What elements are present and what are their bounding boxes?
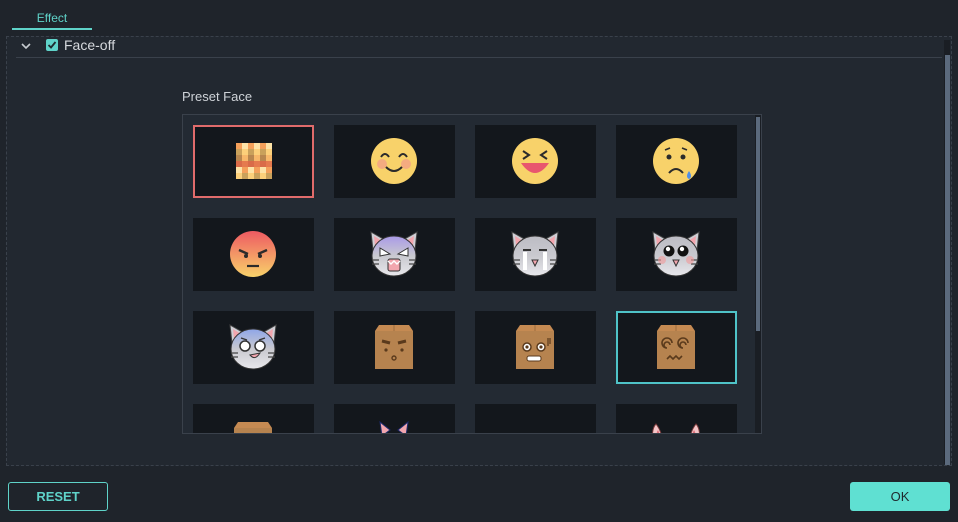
preset-face-box-frowning[interactable]	[334, 311, 455, 384]
effect-panel: Face-off Preset Face	[6, 36, 952, 466]
panel-scrollbar-thumb[interactable]	[945, 55, 950, 465]
face-off-checkbox[interactable]	[46, 39, 58, 51]
preset-face-angry-emoji[interactable]	[193, 218, 314, 291]
box-partial-icon	[234, 422, 272, 433]
preset-face-crying-cat[interactable]	[475, 218, 596, 291]
orange-animal-partial-icon	[475, 404, 596, 434]
box-frowning-icon	[375, 325, 413, 369]
face-off-section-header[interactable]: Face-off	[7, 37, 937, 57]
preset-face-goofy-cat[interactable]	[193, 311, 314, 384]
preset-face-sad-tear-emoji[interactable]	[616, 125, 737, 198]
angry-cat-icon	[370, 231, 418, 277]
reset-button[interactable]: RESET	[8, 482, 108, 511]
laughing-emoji-icon	[512, 138, 558, 184]
preset-face-blue-cat-partial[interactable]	[334, 404, 455, 433]
preset-face-grid	[182, 114, 762, 434]
tab-effect[interactable]: Effect	[12, 0, 92, 30]
angry-emoji-icon	[230, 231, 276, 277]
preset-face-mosaic[interactable]	[193, 125, 314, 198]
crying-cat-icon	[511, 231, 559, 277]
mosaic-icon	[236, 143, 272, 179]
chevron-down-icon[interactable]	[19, 39, 33, 53]
preset-face-box-dizzy[interactable]	[616, 311, 737, 384]
preset-face-bunny-ears-partial[interactable]	[616, 404, 737, 433]
tab-active-indicator	[12, 28, 92, 30]
bunny-ears-partial-icon	[652, 423, 700, 433]
preset-face-orange-animal-partial[interactable]	[475, 404, 596, 434]
section-title: Face-off	[64, 37, 116, 53]
grid-scrollbar-thumb[interactable]	[756, 117, 760, 331]
preset-face-smiling-blush-emoji[interactable]	[334, 125, 455, 198]
blue-cat-partial-icon	[379, 420, 409, 433]
preset-face-label: Preset Face	[182, 89, 253, 104]
goofy-cat-icon	[229, 324, 277, 370]
sparkle-eyes-cat-icon	[652, 231, 700, 277]
preset-face-angry-cat[interactable]	[334, 218, 455, 291]
box-dizzy-icon	[657, 325, 695, 369]
preset-face-box-partial[interactable]	[193, 404, 314, 433]
ok-button[interactable]: OK	[850, 482, 950, 511]
checkmark-icon	[47, 41, 57, 49]
preset-face-laughing-emoji[interactable]	[475, 125, 596, 198]
preset-face-sparkle-eyes-cat[interactable]	[616, 218, 737, 291]
face-off-dialog: Effect Face-off Preset Face RESET OK	[0, 0, 958, 522]
smiling-blush-emoji-icon	[371, 138, 417, 184]
section-divider	[16, 57, 942, 58]
box-grinning-icon	[516, 325, 554, 369]
preset-face-box-grinning[interactable]	[475, 311, 596, 384]
tab-bar: Effect	[0, 0, 958, 30]
sad-tear-emoji-icon	[653, 138, 699, 184]
